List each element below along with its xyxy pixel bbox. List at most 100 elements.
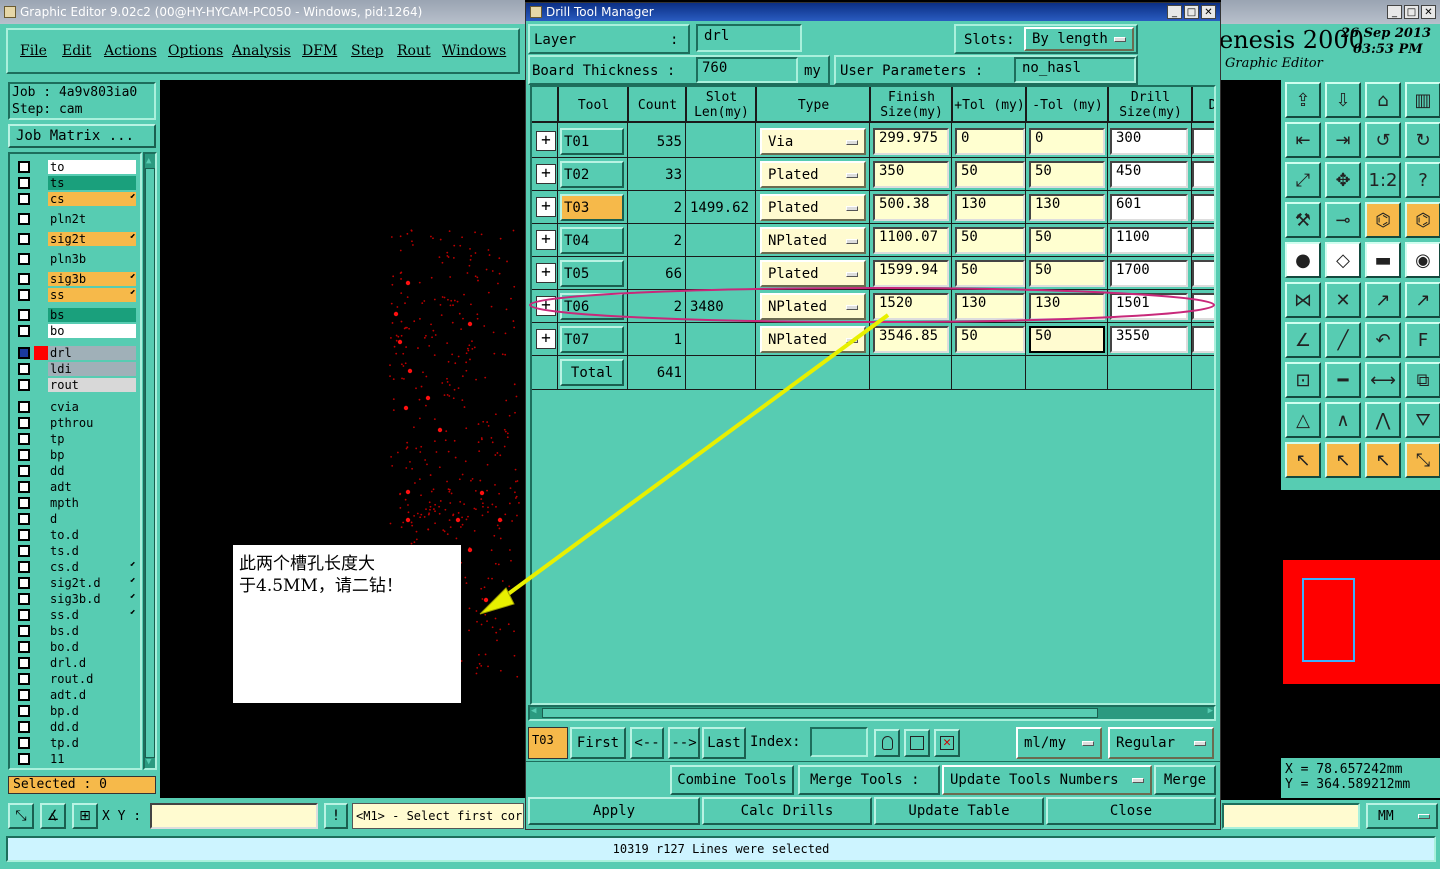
plus-tol-input[interactable]: 50 [955,161,1025,188]
dimension-icon[interactable]: ⟷ [1365,362,1401,398]
layer-checkbox[interactable] [18,213,30,225]
type-option-menu[interactable]: Plated [760,161,866,188]
circle-icon[interactable]: ◉ [1405,242,1440,278]
layer-checkbox[interactable] [18,705,30,717]
layer-row-dd-d[interactable]: dd.d [18,720,138,734]
extra-column-input[interactable] [1192,260,1214,287]
overview-window[interactable] [1281,490,1440,758]
text-icon[interactable]: F [1405,322,1440,358]
layer-row-ts-d[interactable]: ts.d [18,544,138,558]
layer-row-d[interactable]: d [18,512,138,526]
apply-button[interactable]: Apply [528,797,700,825]
dialog-maximize-icon[interactable]: □ [1184,5,1199,19]
expand-row-icon[interactable]: + [536,164,556,184]
layer-checkbox[interactable] [18,273,30,285]
layer-checkbox[interactable] [18,625,30,637]
tool-id[interactable]: T04 [560,227,624,254]
minus-tol-input[interactable]: 50 [1029,326,1105,353]
layer-checkbox[interactable] [18,497,30,509]
save-icon[interactable]: ⇩ [1325,82,1361,118]
menu-edit[interactable]: Edit [62,43,91,59]
layer-checkbox[interactable] [18,177,30,189]
extra-column-input[interactable] [1192,161,1214,188]
info-icon[interactable]: ! [324,803,348,829]
link-alt-icon[interactable]: ↗ [1405,282,1440,318]
layer-row-sig3b-d[interactable]: sig3b.d ⬋ [18,591,138,606]
menu-dfm[interactable]: DFM [302,43,337,59]
layer-checkbox[interactable] [18,513,30,525]
layer-row-to[interactable]: to [18,160,138,174]
drill-size-input[interactable]: 1700 [1110,260,1188,287]
layer-checkbox[interactable] [18,325,30,337]
type-option-menu[interactable]: NPlated [760,326,866,353]
layer-row-bp-d[interactable]: bp.d [18,704,138,718]
layer-checkbox[interactable] [18,641,30,653]
layer-checkbox[interactable] [18,433,30,445]
dialog-close-icon[interactable]: ✕ [1201,5,1216,19]
scroll-up-icon[interactable]: ▲ [146,156,151,166]
home-icon[interactable]: ⌂ [1365,82,1401,118]
delete-icon[interactable]: ✕ [934,729,960,757]
angle-icon[interactable]: ∠ [1285,322,1321,358]
layer-checkbox[interactable] [18,465,30,477]
zoom-icon[interactable]: ⤡ [8,803,34,829]
shape-icon[interactable]: ◇ [1325,242,1361,278]
layer-row-adt[interactable]: adt [18,480,138,494]
layer-checkbox[interactable] [18,593,30,605]
layer-row-bo[interactable]: bo [18,324,138,338]
layer-row-bp[interactable]: bp [18,448,138,462]
type-option-menu[interactable]: Plated [760,194,866,221]
type-option-menu[interactable]: Plated [760,260,866,287]
finish-size-input[interactable]: 299.975 [873,128,949,155]
bulb-icon[interactable] [874,729,900,757]
minus-tol-input[interactable]: 50 [1029,227,1105,254]
drill-size-input[interactable]: 1100 [1110,227,1188,254]
layer-row-bs[interactable]: bs [18,308,138,322]
slots-option-menu[interactable]: By length [1024,27,1134,51]
expand-row-icon[interactable]: + [536,263,556,283]
layer-row-adt-d[interactable]: adt.d [18,688,138,702]
layer-checkbox[interactable] [18,363,30,375]
update-numbers-menu[interactable]: Update Tools Numbers [942,765,1152,795]
layer-checkbox[interactable] [18,721,30,733]
layer-row-tp[interactable]: tp [18,432,138,446]
tool-id[interactable]: T02 [560,161,624,188]
expand-row-icon[interactable]: + [536,131,556,151]
plus-tol-input[interactable]: 50 [955,227,1025,254]
expand-row-icon[interactable]: + [536,230,556,250]
scroll-down-icon[interactable]: ▼ [146,757,151,767]
expand-row-icon[interactable]: + [536,329,556,349]
hscroll-thumb[interactable] [542,708,1098,718]
maximize-icon[interactable]: □ [1404,5,1419,19]
pan-right-icon[interactable]: ⇥ [1325,122,1361,158]
layer-row-tp-d[interactable]: tp.d [18,736,138,750]
merge-tools-button[interactable]: Merge Tools : [798,765,940,795]
scroll-left-icon[interactable]: ◀ [531,706,536,716]
drill-size-input[interactable]: 3550 [1110,326,1188,353]
pad-icon[interactable]: ● [1285,242,1321,278]
drill-size-input[interactable]: 601 [1110,194,1188,221]
scroll-right-icon[interactable]: ▶ [1208,706,1213,716]
job-matrix-button[interactable]: Job Matrix ... [8,124,156,148]
net-alt-icon[interactable]: ⌬ [1405,202,1440,238]
minus-tol-input[interactable]: 50 [1029,260,1105,287]
drill-size-input[interactable]: 300 [1110,128,1188,155]
ruler-icon[interactable]: ▬ [1365,242,1401,278]
extra-column-input[interactable] [1192,326,1214,353]
arc-icon[interactable]: ↶ [1365,322,1401,358]
layer-checkbox[interactable] [18,753,30,765]
extra-column-input[interactable] [1192,194,1214,221]
finish-size-input[interactable]: 3546.85 [873,326,949,353]
minus-tol-input[interactable]: 130 [1029,293,1105,320]
tool-id[interactable]: T06 [560,293,624,320]
select-alt-icon[interactable]: ↖ [1325,442,1361,478]
select-icon[interactable]: ↖ [1285,442,1321,478]
close-button[interactable]: Close [1046,797,1216,825]
layer-checkbox[interactable] [18,347,30,359]
table-hscrollbar[interactable]: ◀ ▶ [528,705,1216,721]
grid-icon[interactable]: ⊞ [72,803,98,829]
plus-tol-input[interactable]: 50 [955,326,1025,353]
finish-size-input[interactable]: 500.38 [873,194,949,221]
minus-tol-input[interactable]: 50 [1029,161,1105,188]
layer-row-sig3b[interactable]: sig3b ⬋ [18,271,138,286]
